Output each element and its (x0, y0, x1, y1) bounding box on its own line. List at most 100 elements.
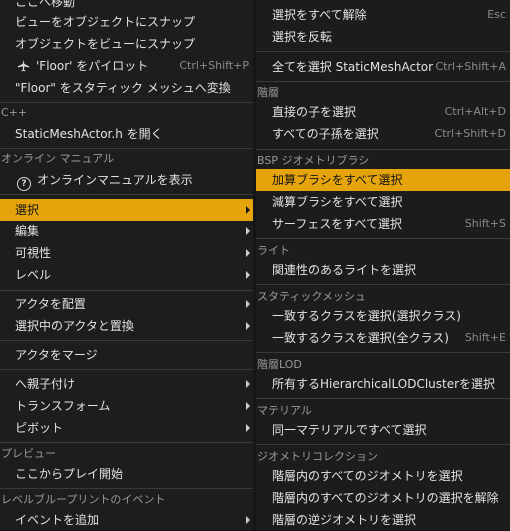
submenu-arrow-icon (246, 300, 250, 308)
menu-item-transform[interactable]: トランスフォーム (0, 395, 253, 417)
menu-item-select-none[interactable]: 選択をすべて解除 Esc (256, 4, 510, 26)
menu-item-select-matching-class-all[interactable]: 一致するクラスを選択(全クラス) Shift+E (256, 327, 510, 349)
menu-item-pilot-floor[interactable]: 'Floor' をパイロット Ctrl+Shift+P (0, 55, 253, 77)
separator (256, 284, 510, 285)
separator (0, 488, 253, 489)
menu-item-open-header[interactable]: StaticMeshActor.h を開く (0, 123, 253, 145)
menu-item-select[interactable]: 選択 (0, 199, 253, 221)
shortcut-label: Ctrl+Shift+P (179, 59, 249, 72)
section-header-bsp-brush: BSP ジオメトリブラシ (257, 154, 370, 167)
separator (0, 194, 253, 195)
menu-item-label: オブジェクトをビューにスナップ (15, 37, 196, 51)
menu-item-label: ピボット (15, 421, 64, 435)
separator (256, 352, 510, 353)
menu-item-select-relevant-lights[interactable]: 関連性のあるライトを選択 (256, 259, 510, 281)
menu-item-label: ビューをオブジェクトにスナップ (15, 15, 196, 29)
submenu-arrow-icon (246, 402, 250, 410)
menu-item-label: 直接の子を選択 (272, 105, 357, 119)
menu-item-visibility[interactable]: 可視性 (0, 242, 253, 264)
separator (0, 369, 253, 370)
menu-item-deselect-all-geometry-in-hierarchy[interactable]: 階層内のすべてのジオメトリの選択を解除 (256, 487, 510, 509)
submenu-arrow-icon (246, 380, 250, 388)
menu-item-label: 階層内のすべてのジオメトリを選択 (272, 469, 463, 483)
menu-item-select-immediate-children[interactable]: 直接の子を選択 Ctrl+Alt+D (256, 101, 510, 123)
menu-item-label: 関連性のあるライトを選択 (272, 263, 417, 277)
menu-item-label: 一致するクラスを選択(選択クラス) (272, 309, 461, 323)
menu-item-edit[interactable]: 編集 (0, 220, 253, 242)
plane-icon (17, 59, 30, 72)
menu-item-label: 選択 (15, 203, 40, 217)
section-header-online-manual: オンライン マニュアル (1, 152, 115, 165)
menu-item-label: へ親子付け (15, 377, 76, 391)
menu-item-select-all-additive-brushes[interactable]: 加算ブラシをすべて選択 (256, 169, 510, 191)
menu-item-select-all-surfaces[interactable]: サーフェスをすべて選択 Shift+S (256, 213, 510, 235)
menu-item-invert-selection[interactable]: 選択を反転 (256, 26, 510, 48)
separator (256, 238, 510, 239)
shortcut-label: Shift+S (464, 217, 506, 230)
section-header-material: マテリアル (257, 404, 312, 417)
menu-item-merge-actors[interactable]: アクタをマージ (0, 344, 253, 366)
menu-item-label: 選択中のアクタと置換 (15, 319, 134, 333)
menu-item-select-all-subtractive-brushes[interactable]: 減算ブラシをすべて選択 (256, 191, 510, 213)
menu-item-label: 'Floor' をパイロット (36, 59, 149, 73)
separator (0, 148, 253, 149)
menu-item-select-all-same-material[interactable]: 同一マテリアルですべて選択 (256, 419, 510, 441)
section-header-cpp: C++ (1, 106, 28, 119)
menu-item-select-all-static-mesh-actor[interactable]: 全てを選択 StaticMeshActor Ctrl+Shift+A (256, 56, 510, 78)
separator (256, 149, 510, 150)
section-header-hierarchical-lod: 階層LOD (257, 358, 302, 371)
section-header-preview: プレビュー (1, 447, 56, 460)
menu-item-label: 加算ブラシをすべて選択 (272, 173, 403, 187)
select-submenu: 選択をすべて解除 Esc 選択を反転 全てを選択 StaticMeshActor C… (256, 0, 510, 530)
menu-item-label: アクタを配置 (15, 297, 86, 311)
menu-item-replace-selected-actors[interactable]: 選択中のアクタと置換 (0, 315, 253, 337)
submenu-arrow-icon (246, 271, 250, 279)
menu-item-label: ここへ移動 (15, 0, 76, 9)
menu-item-attach-to[interactable]: へ親子付け (0, 373, 253, 395)
submenu-arrow-icon (246, 206, 250, 214)
shortcut-label: Ctrl+Shift+D (434, 127, 506, 140)
menu-item-label: 可視性 (15, 246, 52, 260)
menu-item-label: 減算ブラシをすべて選択 (272, 195, 403, 209)
menu-item-select-all-descendants[interactable]: すべての子孫を選択 Ctrl+Shift+D (256, 123, 510, 145)
menu-item-select-all-geometry-in-hierarchy[interactable]: 階層内のすべてのジオメトリを選択 (256, 465, 510, 487)
menu-item-label: トランスフォーム (15, 399, 111, 413)
menu-item-label: すべての子孫を選択 (272, 127, 379, 141)
menu-item-label: サーフェスをすべて選択 (272, 217, 402, 231)
submenu-arrow-icon (246, 227, 250, 235)
context-menu: ここへ移動 ビューをオブジェクトにスナップ オブジェクトをビューにスナップ 'F… (0, 0, 253, 530)
menu-item-label: 階層の逆ジオメトリを選択 (272, 513, 417, 527)
section-header-level-blueprint-events: レベルブループリントのイベント (1, 493, 166, 506)
menu-item-snap-object-to-view[interactable]: オブジェクトをビューにスナップ (0, 33, 253, 55)
separator (256, 51, 510, 52)
menu-item-label: "Floor" をスタティック メッシュへ変換 (15, 81, 231, 95)
menu-item-select-inverse-geometry[interactable]: 階層の逆ジオメトリを選択 (256, 509, 510, 531)
menu-item-play-from-here[interactable]: ここからプレイ開始 (0, 463, 253, 485)
separator (0, 102, 253, 103)
menu-item-label: 選択を反転 (272, 30, 333, 44)
separator (256, 398, 510, 399)
menu-item-show-online-manual[interactable]: ? オンラインマニュアルを表示 (0, 169, 253, 191)
menu-item-add-event[interactable]: イベントを追加 (0, 509, 253, 531)
menu-item-label: 編集 (15, 224, 40, 238)
menu-item-pivot[interactable]: ピボット (0, 417, 253, 439)
separator (0, 442, 253, 443)
separator (0, 340, 253, 341)
menu-item-label: StaticMeshActor.h を開く (15, 127, 163, 141)
shortcut-label: Esc (487, 8, 506, 21)
menu-item-level[interactable]: レベル (0, 264, 253, 286)
menu-item-convert-to-static-mesh[interactable]: "Floor" をスタティック メッシュへ変換 (0, 77, 253, 99)
submenu-arrow-icon (246, 322, 250, 330)
separator (256, 444, 510, 445)
menu-item-snap-view-to-object[interactable]: ビューをオブジェクトにスナップ (0, 11, 253, 33)
section-header-geometry-collection: ジオメトリコレクション (257, 450, 378, 463)
separator (0, 290, 253, 291)
separator (256, 81, 510, 82)
menu-item-label: 所有するHierarchicalLODClusterを選択 (272, 377, 496, 391)
menu-item-label: 一致するクラスを選択(全クラス) (272, 331, 449, 345)
menu-item-place-actor[interactable]: アクタを配置 (0, 293, 253, 315)
menu-item-select-matching-class-selected[interactable]: 一致するクラスを選択(選択クラス) (256, 305, 510, 327)
menu-item-label: レベル (15, 268, 52, 282)
menu-item-select-owning-hlod-cluster[interactable]: 所有するHierarchicalLODClusterを選択 (256, 373, 510, 395)
help-icon: ? (17, 177, 31, 191)
